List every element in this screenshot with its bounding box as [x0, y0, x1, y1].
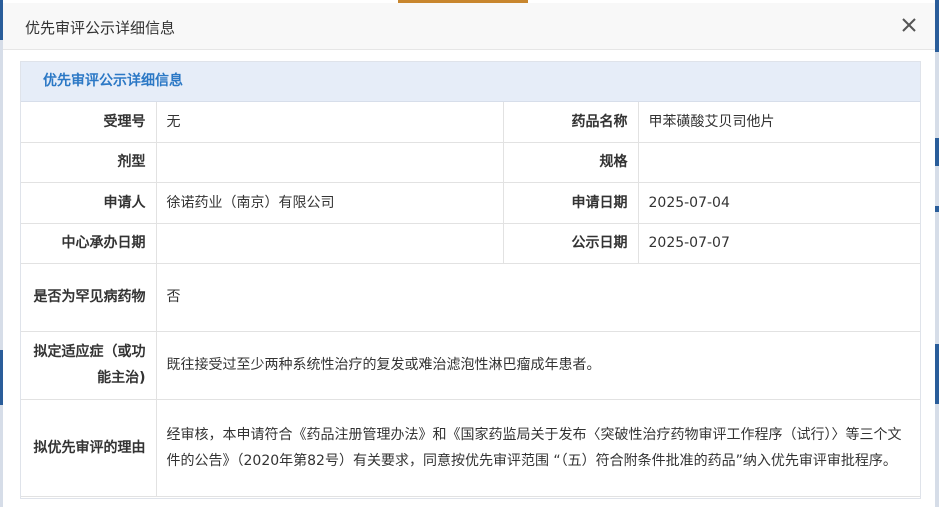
- table-row: 拟定适应症（或功能主治) 既往接受过至少两种系统性治疗的复发或难治滤泡性淋巴瘤成…: [21, 330, 920, 400]
- applicant-label: 申请人: [21, 181, 157, 224]
- drug-name-label: 药品名称: [502, 102, 639, 143]
- publish-date-value: 2025-07-07: [637, 222, 920, 264]
- table-row: 是否为罕见病药物 否: [21, 262, 920, 332]
- table-row: 受理号 无 药品名称 甲苯磺酸艾贝司他片: [21, 102, 920, 143]
- dosage-form-value: [155, 141, 504, 183]
- center-date-label: 中心承办日期: [21, 222, 157, 264]
- panel-heading: 优先审评公示详细信息: [21, 62, 920, 102]
- rare-disease-value: 否: [155, 262, 920, 332]
- close-icon[interactable]: [899, 15, 919, 35]
- dosage-form-label: 剂型: [21, 141, 157, 183]
- specification-value: [637, 141, 920, 183]
- acceptance-no-value: 无: [155, 102, 504, 143]
- detail-dialog: 优先审评公示详细信息 优先审评公示详细信息 受理号 无 药品名称 甲苯磺酸艾贝司…: [3, 3, 935, 507]
- center-date-value: [155, 222, 504, 264]
- rare-disease-label: 是否为罕见病药物: [21, 262, 157, 332]
- applicant-value: 徐诺药业（南京）有限公司: [155, 181, 504, 224]
- reason-label: 拟优先审评的理由: [21, 398, 157, 497]
- table-row: 剂型 规格: [21, 141, 920, 183]
- drug-name-value: 甲苯磺酸艾贝司他片: [637, 102, 920, 143]
- table-row: 拟优先审评的理由 经审核，本申请符合《药品注册管理办法》和《国家药监局关于发布〈…: [21, 398, 920, 497]
- detail-table: 受理号 无 药品名称 甲苯磺酸艾贝司他片 剂型 规格 申请人 徐诺药业（南京）有…: [21, 102, 920, 497]
- reason-value: 经审核，本申请符合《药品注册管理办法》和《国家药监局关于发布〈突破性治疗药物审评…: [155, 398, 920, 497]
- background-right-strip: [935, 0, 939, 507]
- table-row: 申请人 徐诺药业（南京）有限公司 申请日期 2025-07-04: [21, 181, 920, 224]
- dialog-title: 优先审评公示详细信息: [25, 19, 176, 37]
- detail-panel: 优先审评公示详细信息 受理号 无 药品名称 甲苯磺酸艾贝司他片 剂型 规格 申请…: [20, 61, 921, 499]
- apply-date-value: 2025-07-04: [637, 181, 920, 224]
- indication-value: 既往接受过至少两种系统性治疗的复发或难治滤泡性淋巴瘤成年患者。: [155, 330, 920, 400]
- dialog-header: 优先审评公示详细信息: [3, 3, 935, 50]
- publish-date-label: 公示日期: [502, 222, 639, 264]
- apply-date-label: 申请日期: [502, 181, 639, 224]
- acceptance-no-label: 受理号: [21, 102, 157, 143]
- indication-label: 拟定适应症（或功能主治): [21, 330, 157, 400]
- specification-label: 规格: [502, 141, 639, 183]
- table-row: 中心承办日期 公示日期 2025-07-07: [21, 222, 920, 264]
